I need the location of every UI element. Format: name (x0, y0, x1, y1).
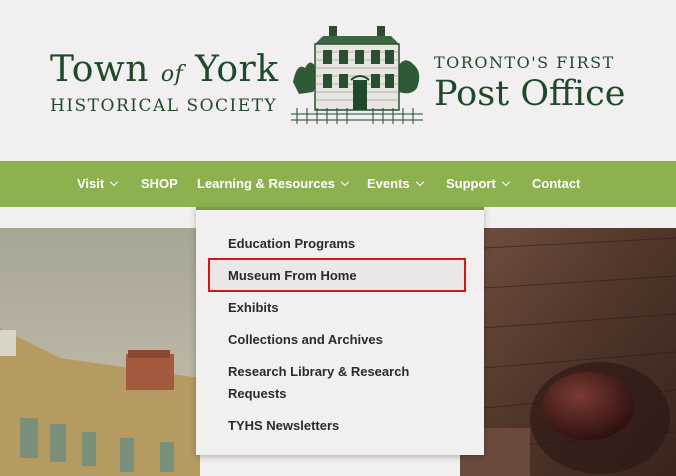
nav-item-contact[interactable]: Contact (532, 175, 580, 193)
dropdown-item-education-programs[interactable]: Education Programs (228, 233, 458, 255)
tyhs-logo[interactable]: Town of York HISTORICAL SOCIETY (50, 50, 279, 117)
learning-resources-dropdown: Education Programs Museum From Home Exhi… (196, 207, 484, 455)
main-nav: Visit SHOP Learning & Resources Events S… (0, 161, 676, 207)
post-office-logo[interactable]: TORONTO'S FIRST Post Office (434, 52, 625, 114)
site-header: Town of York HISTORICAL SOCIETY TORONTO'… (0, 0, 676, 161)
nav-item-events[interactable]: Events (367, 175, 424, 193)
logo-subtitle: HISTORICAL SOCIETY (50, 96, 278, 116)
dropdown-item-museum-from-home[interactable]: Museum From Home (228, 265, 458, 287)
nav-item-learning-resources[interactable]: Learning & Resources (197, 175, 350, 193)
post-office-illustration (291, 26, 423, 124)
logo-right-subtitle: TORONTO'S FIRST (434, 53, 615, 72)
dropdown-item-tyhs-newsletters[interactable]: TYHS Newsletters (228, 415, 458, 437)
nav-item-shop[interactable]: SHOP (141, 175, 178, 193)
dropdown-item-collections-archives[interactable]: Collections and Archives (228, 329, 458, 351)
chevron-down-icon (501, 177, 511, 187)
chevron-down-icon (109, 177, 119, 187)
chevron-down-icon (340, 177, 350, 187)
nav-item-support[interactable]: Support (446, 175, 511, 193)
dropdown-item-exhibits[interactable]: Exhibits (228, 297, 458, 319)
logo-right-title: Post Office (434, 74, 626, 114)
nav-item-visit[interactable]: Visit (77, 175, 119, 193)
logo-title: Town of York (50, 49, 279, 90)
dropdown-item-research-library[interactable]: Research Library & Research Requests (228, 361, 428, 405)
chevron-down-icon (415, 177, 424, 187)
